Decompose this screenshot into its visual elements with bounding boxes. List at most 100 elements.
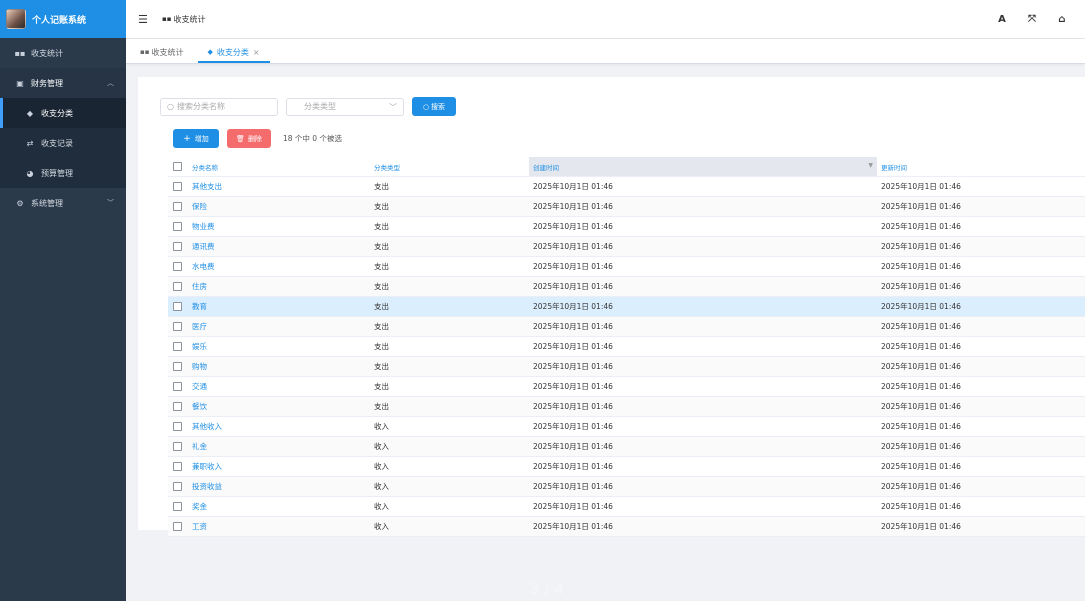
- category-name-cell[interactable]: 通讯费: [192, 236, 374, 257]
- row-select-cell: [168, 296, 192, 317]
- category-name-cell[interactable]: 奖金: [192, 496, 374, 517]
- gears-icon: ⚙: [16, 198, 24, 208]
- table-row[interactable]: 交通 支出 2025年10月1日 01:46 2025年10月1日 01:46: [168, 376, 1085, 397]
- hamburger-icon[interactable]: ☰: [138, 13, 158, 26]
- category-name-cell[interactable]: 兼职收入: [192, 456, 374, 477]
- column-header-name[interactable]: 分类名称: [192, 157, 374, 177]
- sidebar-item-stats[interactable]: ▪▪ 收支统计: [0, 38, 126, 68]
- grid-icon: ▪▪: [162, 15, 172, 23]
- sidebar-item-label: 预算管理: [41, 168, 73, 178]
- tab-stats[interactable]: ▪▪ 收支统计: [130, 43, 194, 63]
- action-bar: + 增加 🗑 删除 18 个中 0 个被选: [173, 129, 342, 148]
- row-checkbox[interactable]: [173, 382, 182, 392]
- delete-button[interactable]: 🗑 删除: [227, 129, 271, 148]
- search-button[interactable]: ○ 搜索: [412, 97, 456, 116]
- category-name-cell[interactable]: 投资收益: [192, 476, 374, 497]
- sidebar-item-label: 收支记录: [41, 138, 73, 148]
- table-row[interactable]: 兼职收入 收入 2025年10月1日 01:46 2025年10月1日 01:46: [168, 456, 1085, 477]
- category-type-cell: 支出: [374, 236, 529, 257]
- table-row[interactable]: 餐饮 支出 2025年10月1日 01:46 2025年10月1日 01:46: [168, 396, 1085, 417]
- row-checkbox[interactable]: [173, 242, 182, 252]
- column-header-type[interactable]: 分类类型: [374, 157, 529, 177]
- created-time-cell: 2025年10月1日 01:46: [529, 316, 877, 337]
- table-row[interactable]: 通讯费 支出 2025年10月1日 01:46 2025年10月1日 01:46: [168, 236, 1085, 257]
- font-size-icon[interactable]: A: [987, 14, 1017, 25]
- table-row[interactable]: 奖金 收入 2025年10月1日 01:46 2025年10月1日 01:46: [168, 496, 1085, 517]
- row-checkbox[interactable]: [173, 422, 182, 432]
- sidebar-item-categories[interactable]: ◆ 收支分类: [0, 98, 126, 128]
- table-row[interactable]: 医疗 支出 2025年10月1日 01:46 2025年10月1日 01:46: [168, 316, 1085, 337]
- row-checkbox[interactable]: [173, 342, 182, 352]
- category-name-cell[interactable]: 工资: [192, 516, 374, 537]
- row-checkbox[interactable]: [173, 202, 182, 212]
- table-row[interactable]: 工资 收入 2025年10月1日 01:46 2025年10月1日 01:46: [168, 516, 1085, 537]
- table-row[interactable]: 其他收入 收入 2025年10月1日 01:46 2025年10月1日 01:46: [168, 416, 1085, 437]
- updated-time-cell: 2025年10月1日 01:46: [877, 436, 1085, 457]
- tag-icon: ◆: [207, 48, 213, 56]
- category-name-cell[interactable]: 交通: [192, 376, 374, 397]
- category-name-cell[interactable]: 礼金: [192, 436, 374, 457]
- category-name-search-input[interactable]: ○ 搜索分类名称: [160, 97, 278, 116]
- row-checkbox[interactable]: [173, 182, 182, 192]
- selection-info: 18 个中 0 个被选: [283, 134, 342, 143]
- category-name-cell[interactable]: 其他支出: [192, 176, 374, 197]
- row-checkbox[interactable]: [173, 282, 182, 292]
- category-name-cell[interactable]: 其他收入: [192, 416, 374, 437]
- row-checkbox[interactable]: [173, 522, 182, 532]
- category-name-cell[interactable]: 教育: [192, 296, 374, 317]
- row-select-cell: [168, 336, 192, 357]
- fullscreen-icon[interactable]: ⤧: [1017, 14, 1047, 25]
- add-button[interactable]: + 增加: [173, 129, 219, 148]
- category-name-cell[interactable]: 物业费: [192, 216, 374, 237]
- table-row[interactable]: 娱乐 支出 2025年10月1日 01:46 2025年10月1日 01:46: [168, 336, 1085, 357]
- column-header-created[interactable]: 创建时间 ▼: [529, 157, 877, 177]
- row-checkbox[interactable]: [173, 302, 182, 312]
- row-checkbox[interactable]: [173, 482, 182, 492]
- close-icon[interactable]: ×: [253, 48, 260, 57]
- category-type-select[interactable]: 分类类型 ﹀: [286, 97, 404, 116]
- category-name-cell[interactable]: 娱乐: [192, 336, 374, 357]
- row-checkbox[interactable]: [173, 442, 182, 452]
- search-button-label: 搜索: [431, 102, 446, 111]
- sidebar-item-finance[interactable]: ▣ 财务管理 ︿: [0, 68, 126, 98]
- category-type-cell: 支出: [374, 296, 529, 317]
- category-name-cell[interactable]: 住房: [192, 276, 374, 297]
- row-checkbox[interactable]: [173, 262, 182, 272]
- finance-menu-group: ▣ 财务管理 ︿ ◆ 收支分类 ⇄ 收支记录 ◕ 预算管理: [0, 68, 126, 188]
- table-row[interactable]: 物业费 支出 2025年10月1日 01:46 2025年10月1日 01:46: [168, 216, 1085, 237]
- table-row[interactable]: 保险 支出 2025年10月1日 01:46 2025年10月1日 01:46: [168, 196, 1085, 217]
- column-header-updated[interactable]: 更新时间: [877, 157, 1085, 177]
- sidebar-item-system[interactable]: ⚙ 系统管理 ﹀: [0, 188, 126, 218]
- tab-categories[interactable]: ◆ 收支分类 ×: [197, 43, 270, 63]
- row-checkbox[interactable]: [173, 402, 182, 412]
- sidebar-item-budget[interactable]: ◕ 预算管理: [0, 158, 126, 188]
- select-all-checkbox[interactable]: [173, 162, 182, 171]
- category-name-cell[interactable]: 购物: [192, 356, 374, 377]
- category-name-cell[interactable]: 医疗: [192, 316, 374, 337]
- row-checkbox[interactable]: [173, 462, 182, 472]
- row-select-cell: [168, 216, 192, 237]
- table-row[interactable]: 水电费 支出 2025年10月1日 01:46 2025年10月1日 01:46: [168, 256, 1085, 277]
- category-name-cell[interactable]: 餐饮: [192, 396, 374, 417]
- row-checkbox[interactable]: [173, 362, 182, 372]
- breadcrumb-item[interactable]: 收支统计: [174, 14, 206, 25]
- table-row[interactable]: 其他支出 支出 2025年10月1日 01:46 2025年10月1日 01:46: [168, 176, 1085, 197]
- table-row[interactable]: 投资收益 收入 2025年10月1日 01:46 2025年10月1日 01:46: [168, 476, 1085, 497]
- table-row[interactable]: 礼金 收入 2025年10月1日 01:46 2025年10月1日 01:46: [168, 436, 1085, 457]
- home-icon[interactable]: ⌂: [1047, 14, 1077, 25]
- category-type-cell: 支出: [374, 256, 529, 277]
- sidebar-item-records[interactable]: ⇄ 收支记录: [0, 128, 126, 158]
- category-name-cell[interactable]: 水电费: [192, 256, 374, 277]
- table-row[interactable]: 购物 支出 2025年10月1日 01:46 2025年10月1日 01:46: [168, 356, 1085, 377]
- updated-time-cell: 2025年10月1日 01:46: [877, 236, 1085, 257]
- category-name-cell[interactable]: 保险: [192, 196, 374, 217]
- page-indicator: 3 / 4: [530, 580, 564, 598]
- row-checkbox[interactable]: [173, 502, 182, 512]
- row-checkbox[interactable]: [173, 322, 182, 332]
- table-row[interactable]: 住房 支出 2025年10月1日 01:46 2025年10月1日 01:46: [168, 276, 1085, 297]
- category-type-cell: 支出: [374, 176, 529, 197]
- table-row[interactable]: 教育 支出 2025年10月1日 01:46 2025年10月1日 01:46: [168, 296, 1085, 317]
- sidebar-item-label: 收支分类: [41, 108, 73, 118]
- created-time-cell: 2025年10月1日 01:46: [529, 196, 877, 217]
- row-checkbox[interactable]: [173, 222, 182, 232]
